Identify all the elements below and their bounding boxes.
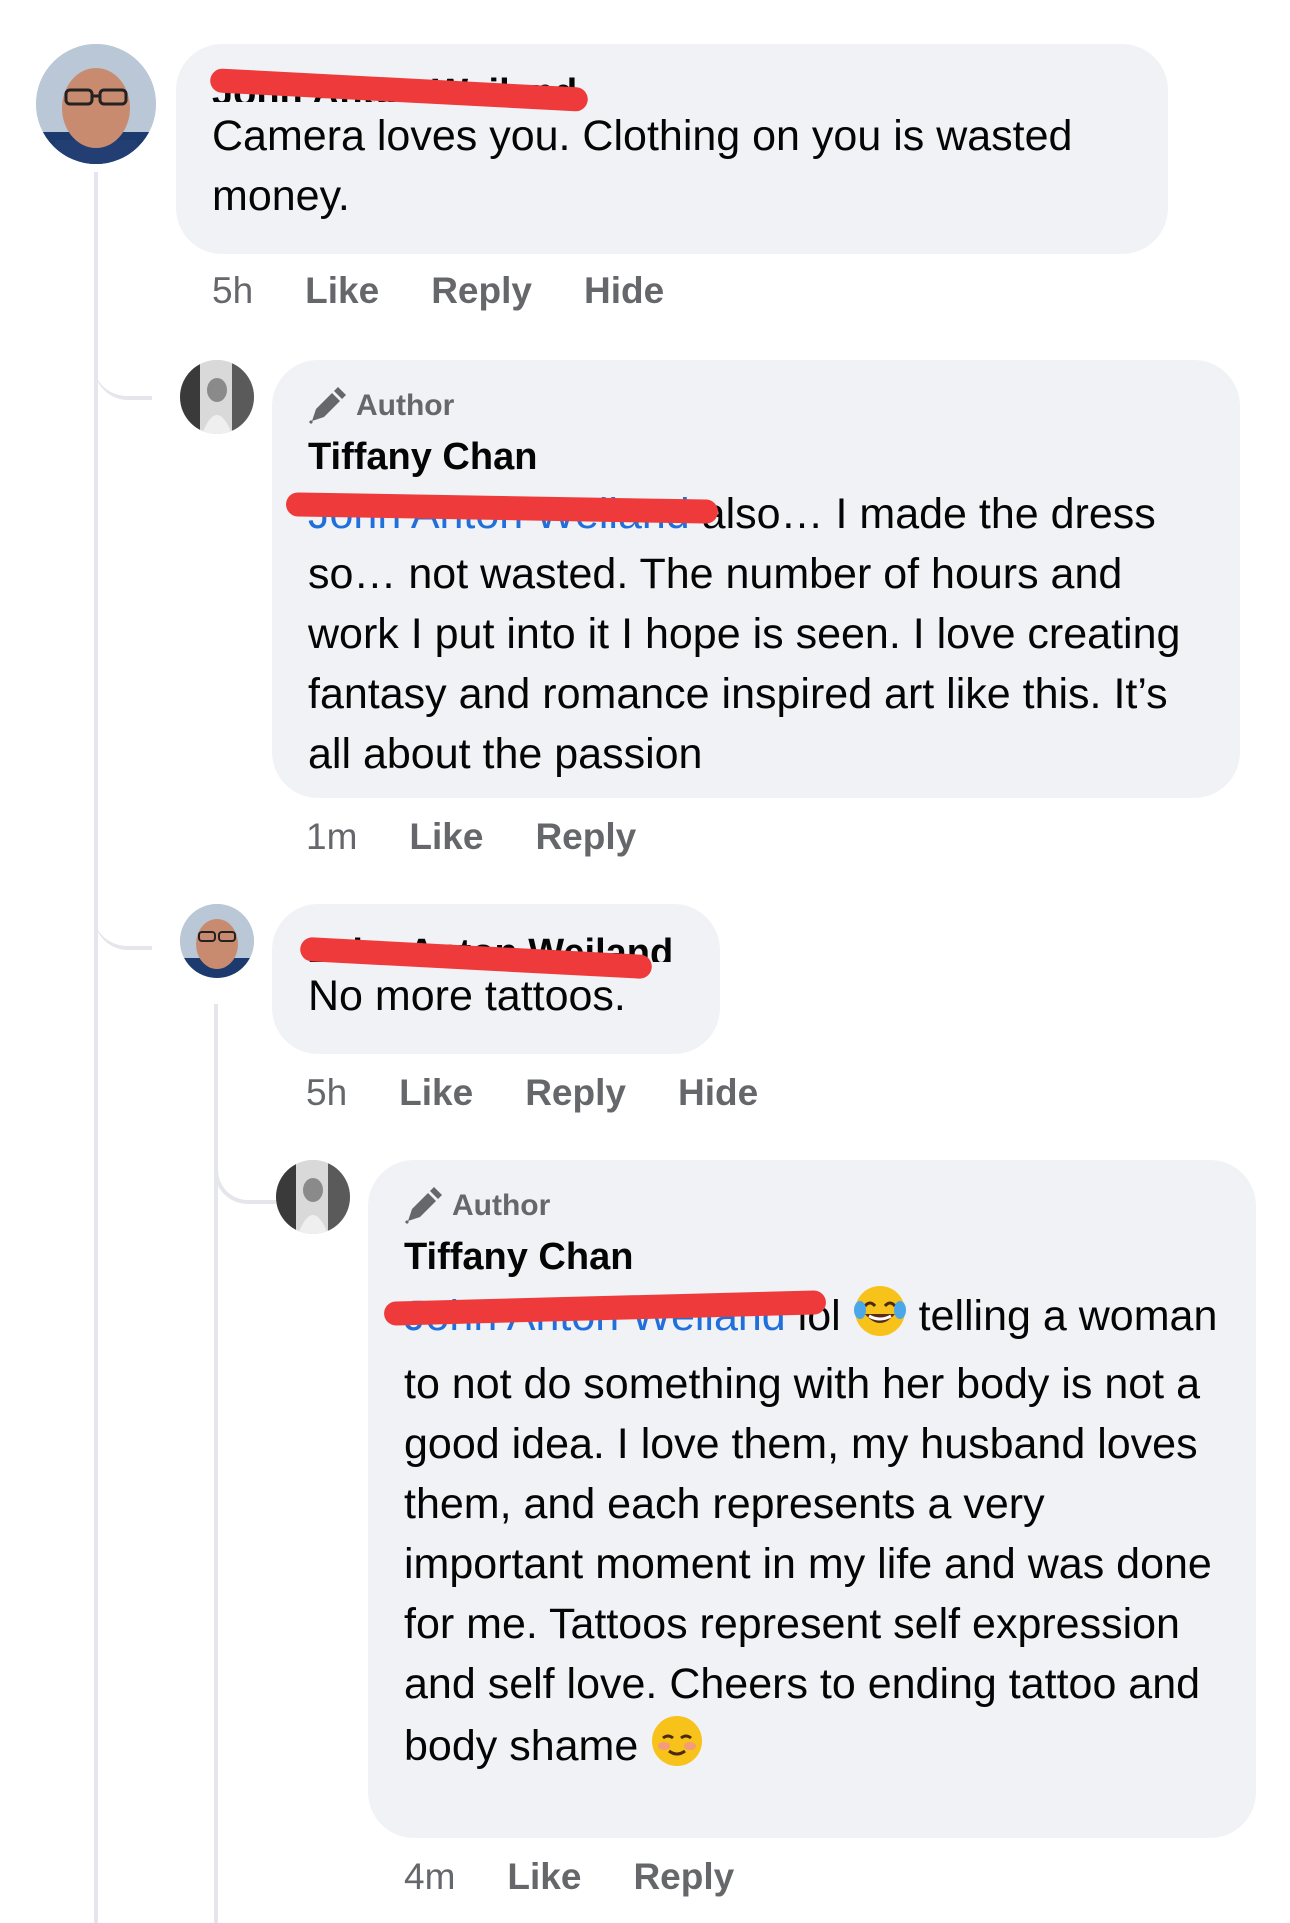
comment-text: John Anton Weiland also… I made the dres… xyxy=(308,484,1204,784)
comment-text: Camera loves you. Clothing on you is was… xyxy=(212,112,1073,220)
comment-timestamp[interactable]: 4m xyxy=(404,1856,455,1898)
author-badge-label: Author xyxy=(356,389,455,422)
like-button[interactable]: Like xyxy=(305,270,379,312)
avatar[interactable] xyxy=(36,44,156,164)
like-button[interactable]: Like xyxy=(507,1856,581,1898)
reply-button[interactable]: Reply xyxy=(431,270,532,312)
pencil-icon xyxy=(404,1187,442,1225)
comment-actions: 5h Like Reply Hide xyxy=(212,270,716,312)
author-badge-label: Author xyxy=(452,1189,551,1222)
reply-button[interactable]: Reply xyxy=(535,816,636,858)
author-badge: Author xyxy=(404,1186,1220,1226)
comment-actions: 4m Like Reply xyxy=(404,1856,786,1898)
smiling-blush-emoji-icon xyxy=(650,1714,704,1784)
comment-timestamp[interactable]: 5h xyxy=(212,270,253,312)
comment-timestamp[interactable]: 5h xyxy=(306,1072,347,1114)
comment-author-name[interactable]: Tiffany Chan xyxy=(308,434,1204,480)
like-button[interactable]: Like xyxy=(409,816,483,858)
avatar[interactable] xyxy=(180,904,254,978)
comment-bubble: John Anton Weiland No more tattoos. xyxy=(272,904,720,1054)
like-button[interactable]: Like xyxy=(399,1072,473,1114)
comment-actions: 5h Like Reply Hide xyxy=(306,1072,810,1114)
reply-button[interactable]: Reply xyxy=(633,1856,734,1898)
thread-connector xyxy=(94,300,152,400)
thread-connector xyxy=(94,860,152,950)
thread-line-main xyxy=(94,172,98,1923)
comment-text-part: telling a woman to not do something with… xyxy=(404,1292,1218,1770)
avatar[interactable] xyxy=(276,1160,350,1234)
comment-text: John Anton Weiland lol telling a woman t… xyxy=(404,1284,1220,1784)
pencil-icon xyxy=(308,387,346,425)
thread-connector xyxy=(214,1128,276,1204)
comment-bubble: Author Tiffany Chan John Anton Weiland l… xyxy=(368,1160,1256,1838)
comment-author-name[interactable]: Tiffany Chan xyxy=(404,1234,1220,1280)
laughing-tears-emoji-icon xyxy=(853,1284,907,1354)
comment-actions: 1m Like Reply xyxy=(306,816,688,858)
hide-button[interactable]: Hide xyxy=(584,270,664,312)
avatar[interactable] xyxy=(180,360,254,434)
author-badge: Author xyxy=(308,386,1204,426)
hide-button[interactable]: Hide xyxy=(678,1072,758,1114)
comment-bubble: Author Tiffany Chan John Anton Weiland a… xyxy=(272,360,1240,798)
reply-button[interactable]: Reply xyxy=(525,1072,626,1114)
comment-timestamp[interactable]: 1m xyxy=(306,816,357,858)
